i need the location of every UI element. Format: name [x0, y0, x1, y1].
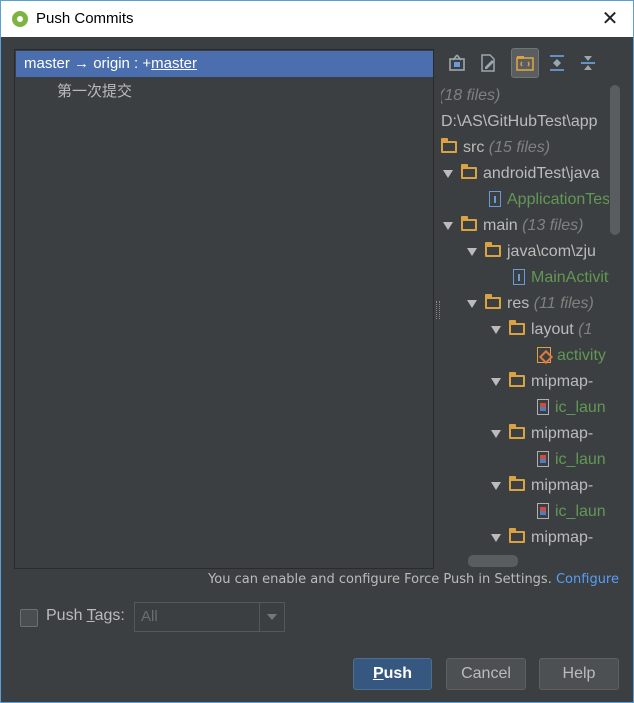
title-bar: Push Commits ✕ — [1, 1, 633, 37]
folder-icon — [509, 475, 525, 491]
expand-arrow-icon[interactable] — [467, 299, 477, 308]
tree-row-ic-launcher-2[interactable]: ic_laun — [537, 447, 606, 473]
tree-row-ic-launcher-1[interactable]: ic_laun — [537, 395, 606, 421]
branch-row[interactable]: master → origin : +master — [16, 51, 433, 77]
tree-row-mipmap-4[interactable]: mipmap- — [491, 525, 593, 551]
force-push-hint: You can enable and configure Force Push … — [208, 572, 619, 587]
close-icon[interactable]: ✕ — [599, 7, 621, 29]
folder-icon — [509, 319, 525, 335]
tree-row-src[interactable]: src (15 files) — [441, 135, 550, 161]
collapse-all-icon[interactable] — [574, 48, 602, 78]
folder-icon — [485, 241, 501, 257]
push-tags-checkbox[interactable] — [20, 609, 38, 627]
cancel-button[interactable]: Cancel — [446, 658, 526, 690]
tree-row-layout[interactable]: layout (1 — [491, 317, 592, 343]
push-tags-select[interactable]: All — [134, 602, 285, 632]
tree-row-mipmap-3[interactable]: mipmap- — [491, 473, 593, 499]
folder-icon — [509, 527, 525, 543]
window-title: Push Commits — [36, 10, 134, 27]
expand-arrow-icon[interactable] — [443, 169, 453, 178]
image-file-icon — [537, 502, 549, 519]
tree-row-mipmap-2[interactable]: mipmap- — [491, 421, 593, 447]
push-button[interactable]: Push — [353, 658, 432, 690]
folder-icon — [485, 293, 501, 309]
group-by-directory-icon[interactable] — [511, 48, 539, 78]
folder-icon — [461, 163, 477, 179]
tree-row-main[interactable]: main (13 files) — [443, 213, 584, 239]
edit-source-icon[interactable] — [474, 48, 502, 78]
help-button[interactable]: Help — [539, 658, 619, 690]
changed-files-tree: (18 files) D:\AS\GitHubTest\app src (15 … — [441, 83, 622, 569]
commit-item[interactable]: 第一次提交 — [57, 80, 132, 102]
tree-row-mainactivity[interactable]: MainActivity — [513, 265, 616, 291]
tree-row-ic-launcher-3[interactable]: ic_laun — [537, 499, 606, 525]
push-commits-dialog: Push Commits ✕ master → origin : +master… — [0, 0, 634, 703]
folder-icon — [509, 371, 525, 387]
target-branch-link[interactable]: master — [151, 55, 197, 72]
expand-arrow-icon[interactable] — [467, 247, 477, 256]
expand-arrow-icon[interactable] — [491, 377, 501, 386]
expand-arrow-icon[interactable] — [491, 533, 501, 542]
tree-vertical-scrollbar[interactable] — [609, 83, 621, 569]
folder-icon — [441, 137, 457, 153]
java-file-icon — [489, 190, 501, 207]
show-diff-icon[interactable] — [443, 48, 471, 78]
tree-row-java-com[interactable]: java\com\zju — [467, 239, 596, 265]
expand-arrow-icon[interactable] — [491, 481, 501, 490]
expand-arrow-icon[interactable] — [491, 429, 501, 438]
tree-row-applicationtest[interactable]: ApplicationTest — [489, 187, 615, 213]
tree-row-root[interactable]: (18 files) — [441, 83, 500, 109]
remote-name: origin : + — [93, 55, 152, 72]
tree-row-activity-xml[interactable]: activity — [537, 343, 606, 369]
expand-all-icon[interactable] — [543, 48, 571, 78]
tree-row-res[interactable]: res (11 files) — [467, 291, 594, 317]
tree-toolbar — [441, 48, 621, 80]
push-tags-label[interactable]: Push Tags: — [46, 607, 125, 625]
android-studio-icon — [12, 11, 28, 27]
tree-row-mipmap-1[interactable]: mipmap- — [491, 369, 593, 395]
image-file-icon — [537, 450, 549, 467]
local-branch: master — [24, 55, 70, 72]
tree-row-project-path[interactable]: D:\AS\GitHubTest\app — [441, 109, 598, 135]
commits-list: master → origin : +master 第一次提交 — [14, 49, 434, 569]
tree-row-androidtest[interactable]: androidTest\java — [443, 161, 600, 187]
horizontal-scroll-thumb[interactable] — [468, 555, 518, 567]
splitter-handle[interactable] — [436, 301, 440, 319]
push-arrow: → — [74, 55, 90, 72]
image-file-icon — [537, 398, 549, 415]
expand-arrow-icon[interactable] — [491, 325, 501, 334]
configure-link[interactable]: Configure — [556, 572, 619, 587]
java-file-icon — [513, 268, 525, 285]
expand-arrow-icon[interactable] — [443, 221, 453, 230]
vertical-scroll-thumb[interactable] — [610, 85, 620, 235]
xml-file-icon — [537, 346, 551, 363]
chevron-down-icon[interactable] — [259, 603, 284, 631]
folder-icon — [461, 215, 477, 231]
folder-icon — [509, 423, 525, 439]
